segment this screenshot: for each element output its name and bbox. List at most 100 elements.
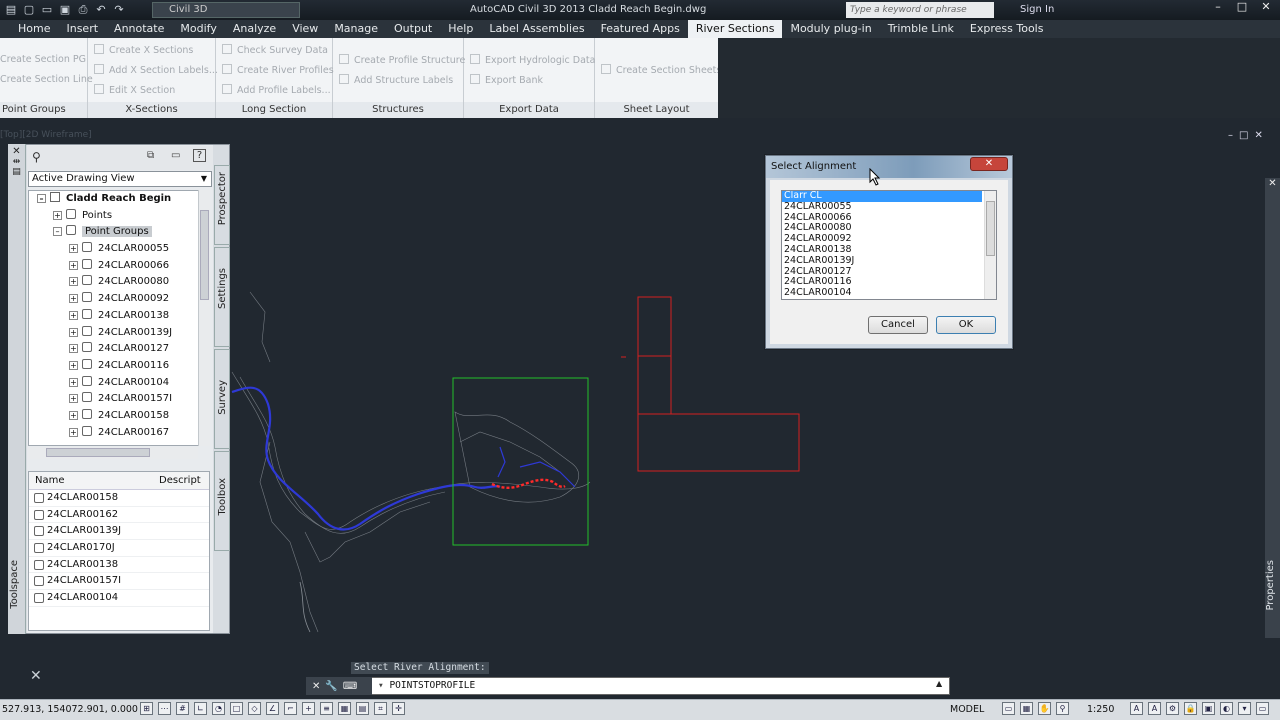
add-x-section-labels-button[interactable]: Add X Section Labels... xyxy=(94,64,218,76)
close-icon[interactable]: ✕ xyxy=(1256,0,1276,16)
sign-in-button[interactable]: Sign In xyxy=(1020,4,1054,15)
tab-moduly-plugin[interactable]: Moduly plug-in xyxy=(782,20,879,38)
tab-trimble-link[interactable]: Trimble Link xyxy=(880,20,962,38)
create-section-line-button[interactable]: Create Section Line xyxy=(0,74,93,85)
workspace-switch-icon[interactable]: ⚙ xyxy=(1166,702,1179,715)
sc-icon[interactable]: ⌗ xyxy=(374,702,387,715)
add-profile-labels-button[interactable]: Add Profile Labels... xyxy=(222,84,331,96)
tab-insert[interactable]: Insert xyxy=(58,20,106,38)
hardware-accel-icon[interactable]: ▣ xyxy=(1202,702,1215,715)
tab-prospector[interactable]: Prospector xyxy=(214,165,230,245)
tab-settings[interactable]: Settings xyxy=(214,247,230,347)
tree-item[interactable]: +24CLAR00092 xyxy=(29,291,209,308)
scroll-thumb[interactable] xyxy=(46,448,150,457)
magnifier-icon[interactable]: ⚲ xyxy=(32,150,41,164)
ok-button[interactable]: OK xyxy=(936,316,996,334)
tree-hscrollbar[interactable] xyxy=(28,447,198,459)
undo-icon[interactable]: ↶ xyxy=(94,3,108,17)
tab-manage[interactable]: Manage xyxy=(326,20,386,38)
lock-icon[interactable]: 🔒 xyxy=(1184,702,1197,715)
ducs-icon[interactable]: ⌐ xyxy=(284,702,297,715)
annotation-scale[interactable]: 1:250 xyxy=(1087,704,1114,715)
minimize-icon[interactable]: – xyxy=(1208,0,1228,16)
coordinate-display[interactable]: 527.913, 154072.901, 0.000 xyxy=(2,704,138,715)
copy-icon[interactable]: ⧉ xyxy=(147,150,154,161)
otrack-icon[interactable]: ∠ xyxy=(266,702,279,715)
wrench-icon[interactable]: 🔧 xyxy=(325,681,337,692)
tree-points[interactable]: + Points xyxy=(29,208,209,225)
create-section-sheets-button[interactable]: Create Section Sheets xyxy=(601,64,721,76)
tree-item[interactable]: +24CLAR00055 xyxy=(29,241,209,258)
dialog-close-button[interactable]: ✕ xyxy=(970,157,1008,171)
3dosnap-icon[interactable]: ◇ xyxy=(248,702,261,715)
tree-point-groups[interactable]: – Point Groups xyxy=(29,224,209,241)
close-icon[interactable]: ✕ xyxy=(312,681,320,692)
tab-view[interactable]: View xyxy=(284,20,326,38)
tree-item[interactable]: +24CLAR00138 xyxy=(29,308,209,325)
toolspace-properties-icon[interactable]: ▤ xyxy=(8,167,25,177)
status-menu-icon[interactable]: ▾ xyxy=(1238,702,1251,715)
osnap-icon[interactable]: □ xyxy=(230,702,243,715)
export-hydrologic-data-button[interactable]: Export Hydrologic Data xyxy=(470,54,595,66)
list-item[interactable]: 24CLAR0170J xyxy=(29,540,209,557)
create-profile-structure-button[interactable]: Create Profile Structure xyxy=(339,54,465,66)
help-icon[interactable]: ? xyxy=(193,149,206,162)
alignment-list[interactable]: Clarr CL 24CLAR00055 24CLAR00066 24CLAR0… xyxy=(781,190,997,300)
scroll-thumb[interactable] xyxy=(986,201,995,256)
layout-icon[interactable]: ▭ xyxy=(1002,702,1015,715)
tab-output[interactable]: Output xyxy=(386,20,440,38)
tab-survey[interactable]: Survey xyxy=(214,349,230,449)
tab-river-sections[interactable]: River Sections xyxy=(687,20,783,38)
tpy-icon[interactable]: ▦ xyxy=(338,702,351,715)
list-item[interactable]: 24CLAR00139J xyxy=(29,523,209,541)
am-icon[interactable]: ✛ xyxy=(392,702,405,715)
command-history-icon[interactable]: ▲ xyxy=(936,679,942,688)
annotation-visibility-icon[interactable]: A xyxy=(1130,702,1143,715)
clean-screen-icon[interactable]: ▭ xyxy=(1256,702,1269,715)
add-structure-labels-button[interactable]: Add Structure Labels xyxy=(339,74,453,86)
create-section-pg-button[interactable]: Create Section PG xyxy=(0,54,86,65)
create-x-sections-button[interactable]: Create X Sections xyxy=(94,44,193,56)
quick-view-icon[interactable]: ▦ xyxy=(1020,702,1033,715)
tree-item[interactable]: +24CLAR00104 xyxy=(29,375,209,392)
tab-express-tools[interactable]: Express Tools xyxy=(962,20,1052,38)
ortho-icon[interactable]: ∟ xyxy=(194,702,207,715)
model-space-toggle[interactable]: MODEL xyxy=(950,704,984,715)
list-item[interactable]: 24CLAR00162 xyxy=(29,507,209,524)
view-select[interactable]: Active Drawing View ▼ xyxy=(28,171,212,187)
command-input[interactable]: ▾ POINTSTOPROFILE xyxy=(378,679,475,693)
application-menu-icon[interactable]: ▤ xyxy=(4,3,18,17)
lwt-icon[interactable]: ≡ xyxy=(320,702,333,715)
tab-home[interactable]: Home xyxy=(10,20,58,38)
tree-item[interactable]: +24CLAR00066 xyxy=(29,258,209,275)
tree-item[interactable]: +24CLAR00167 xyxy=(29,425,209,442)
viewport-controls[interactable]: –□✕ xyxy=(1228,130,1269,141)
column-name[interactable]: Name xyxy=(29,472,159,489)
alignment-item[interactable]: 24CLAR00104 xyxy=(782,287,982,299)
list-item[interactable]: 24CLAR00104 xyxy=(29,590,209,607)
save-icon[interactable]: ▣ xyxy=(58,3,72,17)
tree-item[interactable]: +24CLAR00139J xyxy=(29,325,209,342)
tab-help[interactable]: Help xyxy=(440,20,481,38)
list-item[interactable]: 24CLAR00138 xyxy=(29,557,209,574)
tree-item[interactable]: +24CLAR00080 xyxy=(29,274,209,291)
list-item[interactable]: 24CLAR00158 xyxy=(29,490,209,507)
close-icon[interactable]: ✕ xyxy=(1265,178,1280,189)
tree-item[interactable]: +24CLAR00158 xyxy=(29,408,209,425)
list-item[interactable]: 24CLAR00157I xyxy=(29,573,209,591)
auto-scale-icon[interactable]: A xyxy=(1148,702,1161,715)
snap-icon[interactable]: ⋯ xyxy=(158,702,171,715)
recent-commands-icon[interactable]: ▾ xyxy=(378,680,389,691)
toolspace-close-icon[interactable]: ✕ xyxy=(8,146,25,157)
toolspace-autohide-icon[interactable]: ⇹ xyxy=(8,157,25,167)
isolate-icon[interactable]: ◐ xyxy=(1220,702,1233,715)
tab-annotate[interactable]: Annotate xyxy=(106,20,172,38)
new-icon[interactable]: ▢ xyxy=(22,3,36,17)
search-input[interactable]: Type a keyword or phrase xyxy=(846,2,994,18)
scroll-thumb[interactable] xyxy=(200,210,209,300)
cancel-button[interactable]: Cancel xyxy=(868,316,928,334)
infer-constraints-icon[interactable]: ⊞ xyxy=(140,702,153,715)
polar-icon[interactable]: ◔ xyxy=(212,702,225,715)
tree-root[interactable]: – Cladd Reach Begin xyxy=(29,191,209,208)
pan-icon[interactable]: ✋ xyxy=(1038,702,1051,715)
